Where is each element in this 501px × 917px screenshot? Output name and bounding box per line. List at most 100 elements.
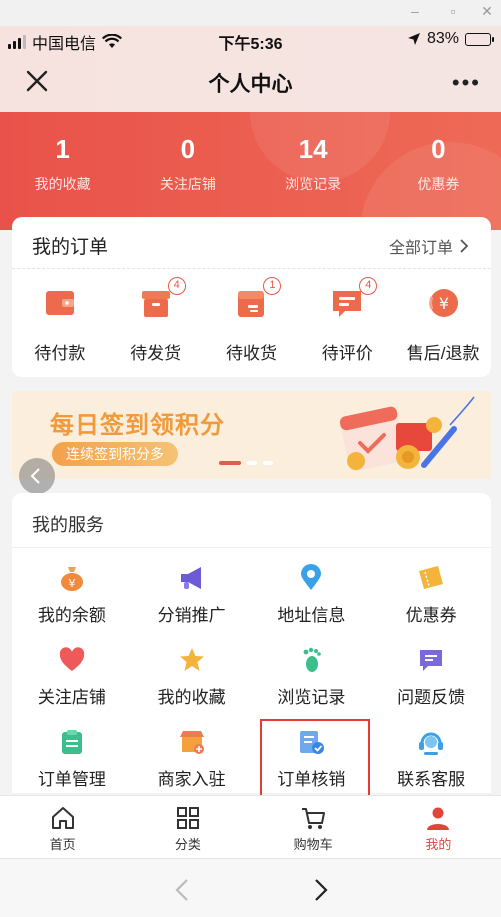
stats-row: 1 我的收藏 0 关注店铺 14 浏览记录 0 优惠券: [0, 134, 501, 194]
page-title: 个人中心: [208, 73, 293, 96]
order-status-1[interactable]: 4 待发货: [108, 277, 204, 364]
chevron-right-icon: [460, 239, 469, 253]
calendar-illustration: [339, 396, 475, 472]
megaphone-icon: [177, 563, 207, 593]
service-label: 商家入驻: [157, 770, 226, 789]
stat-value: 0: [431, 134, 446, 164]
stat-0[interactable]: 1 我的收藏: [0, 134, 125, 194]
all-orders-link[interactable]: 全部订单: [389, 234, 469, 258]
service-8[interactable]: 订单管理: [12, 723, 132, 805]
browser-forward-icon[interactable]: [305, 875, 335, 905]
stat-3[interactable]: 0 优惠券: [376, 134, 501, 194]
carousel-back-button[interactable]: [19, 458, 55, 494]
service-9[interactable]: 商家入驻: [132, 723, 252, 805]
tab-bar: 首页 分类 购物车 我的: [0, 795, 501, 858]
browser-toolbar: [0, 858, 501, 917]
order-count-badge: 1: [263, 277, 282, 295]
order-status-label: 售后/退款: [406, 344, 480, 363]
stat-2[interactable]: 14 浏览记录: [251, 134, 376, 194]
service-label: 我的余额: [37, 606, 106, 625]
tab-3[interactable]: 我的: [376, 796, 501, 858]
tab-1[interactable]: 分类: [125, 796, 250, 858]
status-bar: 中国电信 下午5:36 83%: [0, 26, 501, 54]
service-label: 分销推广: [157, 606, 226, 625]
coupon-icon: [416, 563, 446, 593]
carousel-dots: [219, 461, 273, 465]
service-3[interactable]: 优惠券: [371, 559, 491, 641]
banner-subtitle: 连续签到积分多: [52, 442, 178, 466]
tab-label: 我的: [425, 837, 452, 852]
stat-value: 1: [55, 134, 70, 164]
package-icon: 4: [136, 277, 186, 323]
order-status-label: 待发货: [130, 344, 182, 363]
service-11[interactable]: 联系客服: [371, 723, 491, 805]
stat-value: 0: [180, 134, 196, 164]
wallet-icon: [40, 283, 80, 323]
home-icon: [49, 804, 77, 832]
stat-1[interactable]: 0 关注店铺: [125, 134, 250, 194]
order-status-0[interactable]: 待付款: [12, 277, 108, 364]
stat-label: 优惠券: [417, 176, 460, 192]
orders-title: 我的订单: [32, 237, 109, 258]
refund-icon: ¥: [423, 283, 463, 323]
stats-band: 1 我的收藏 0 关注店铺 14 浏览记录 0 优惠券: [0, 112, 501, 230]
order-status-label: 待收货: [225, 344, 277, 363]
shop-icon: [177, 727, 207, 757]
maximize-icon[interactable]: ▫: [446, 4, 460, 18]
clipboard-icon: [57, 727, 87, 757]
services-card: 我的服务 ¥ 我的余额 分销推广 地址信息 优惠券关注店铺 我的收藏 浏览记录 问题反馈订单管…: [12, 493, 491, 793]
more-icon[interactable]: •••: [452, 70, 481, 96]
service-label: 优惠券: [405, 606, 457, 625]
order-status-3[interactable]: 4 待评价: [299, 277, 395, 364]
services-title: 我的服务: [32, 515, 104, 535]
all-orders-label: 全部订单: [388, 240, 453, 257]
window-title-bar: – ▫ ✕: [0, 0, 501, 26]
service-label: 订单管理: [37, 770, 106, 789]
tab-0[interactable]: 首页: [0, 796, 125, 858]
service-5[interactable]: 我的收藏: [132, 641, 252, 723]
service-label: 关注店铺: [37, 688, 106, 707]
banner-title: 每日签到领积分: [50, 412, 225, 439]
cart-icon: [299, 804, 327, 832]
order-status-4[interactable]: ¥ 售后/退款: [395, 277, 491, 364]
headset-icon: [416, 727, 446, 757]
tab-label: 购物车: [293, 837, 333, 852]
service-label: 问题反馈: [397, 688, 466, 707]
stat-value: 14: [298, 134, 328, 164]
tab-2[interactable]: 购物车: [251, 796, 376, 858]
service-label: 浏览记录: [277, 688, 346, 707]
service-1[interactable]: 分销推广: [132, 559, 252, 641]
stat-label: 我的收藏: [34, 176, 91, 192]
order-status-label: 待评价: [321, 344, 373, 363]
service-label: 联系客服: [397, 770, 466, 789]
box-icon: 1: [231, 277, 282, 323]
tab-label: 首页: [49, 837, 76, 852]
location-arrow-icon: [407, 33, 420, 45]
tab-label: 分类: [174, 837, 201, 852]
battery-icon: [465, 32, 494, 46]
svg-text:¥: ¥: [439, 294, 449, 313]
service-2[interactable]: 地址信息: [252, 559, 372, 641]
order-status-2[interactable]: 1 待收货: [204, 277, 300, 364]
service-0[interactable]: ¥ 我的余额: [12, 559, 132, 641]
heart-icon: [57, 645, 87, 675]
order-count-badge: 4: [359, 277, 378, 295]
svg-text:¥: ¥: [68, 577, 75, 590]
service-7[interactable]: 问题反馈: [371, 641, 491, 723]
close-window-icon[interactable]: ✕: [480, 4, 494, 18]
orders-card: 我的订单 全部订单 待付款 4 待发货 1 待收货 4 待评价 ¥ 售后/退款: [12, 217, 491, 377]
money-bag-icon: ¥: [57, 563, 87, 593]
service-6[interactable]: 浏览记录: [252, 641, 372, 723]
location-pin-icon: [296, 563, 326, 593]
sign-in-banner[interactable]: 每日签到领积分 连续签到积分多: [12, 391, 491, 479]
browser-back-icon[interactable]: [168, 875, 198, 905]
minimize-icon[interactable]: –: [408, 4, 422, 18]
chevron-left-icon: [30, 468, 40, 484]
stat-label: 关注店铺: [159, 176, 216, 192]
service-label: 地址信息: [277, 606, 346, 625]
navbar: 个人中心 •••: [0, 56, 501, 108]
service-4[interactable]: 关注店铺: [12, 641, 132, 723]
grid-icon: [174, 804, 202, 832]
user-icon: [424, 804, 452, 832]
stat-label: 浏览记录: [285, 176, 342, 192]
